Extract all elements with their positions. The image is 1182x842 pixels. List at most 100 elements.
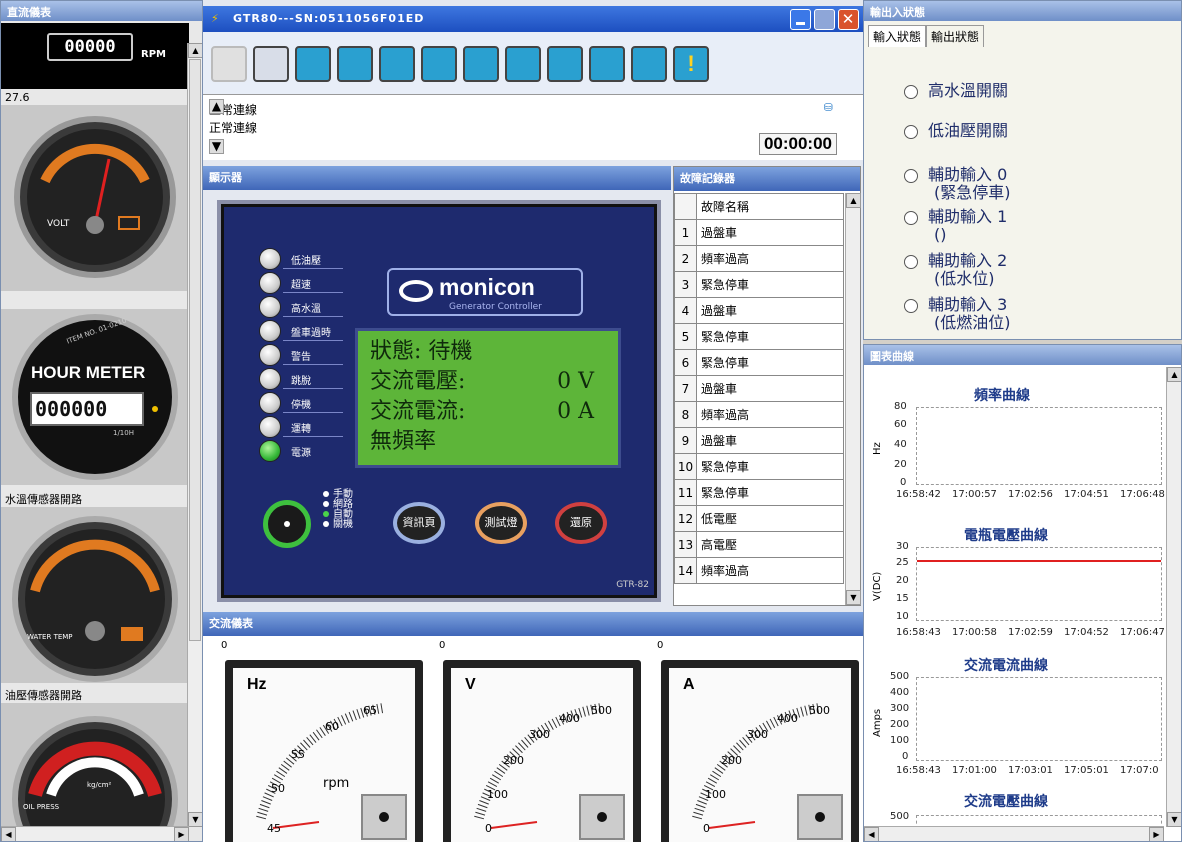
chart-ylabel: Amps <box>872 708 883 737</box>
edit-icon[interactable] <box>547 46 583 82</box>
meter-face: A 0 100 200 300 400 500 <box>669 668 851 842</box>
info-page-button[interactable]: 資訊頁 <box>393 502 445 544</box>
lcd-state: 狀態: 待機 <box>370 339 473 364</box>
ac-current-plot <box>916 677 1162 761</box>
status-scroll-up-icon[interactable]: ▲ <box>209 99 224 114</box>
table-row[interactable]: 5 緊急停車 <box>674 323 844 350</box>
row-number: 14 <box>674 557 697 584</box>
settings-icon[interactable] <box>295 46 331 82</box>
voltage-meter: V 0 100 200 300 400 500 <box>443 660 641 842</box>
gauge-icon[interactable] <box>379 46 415 82</box>
mode-off: 關機 <box>333 519 353 530</box>
scroll-down-arrow-icon[interactable]: ▼ <box>1167 812 1181 827</box>
table-row[interactable]: 1 過盤車 <box>674 219 844 246</box>
close-button[interactable]: ✕ <box>838 9 859 30</box>
dc-meters-title: 直流儀表 <box>1 1 202 21</box>
radio-low-oil[interactable] <box>904 125 918 139</box>
radio-aux-0[interactable] <box>904 169 918 183</box>
minimize-button[interactable] <box>790 9 811 30</box>
meter-unit: Hz <box>247 676 267 693</box>
row-num-header <box>674 193 697 220</box>
scroll-left-arrow-icon[interactable]: ◀ <box>864 827 879 841</box>
table-row[interactable]: 10 緊急停車 <box>674 453 844 480</box>
scroll-right-arrow-icon[interactable]: ▶ <box>1149 827 1164 841</box>
table-row[interactable]: 12 低電壓 <box>674 505 844 532</box>
hand-icon[interactable] <box>421 46 457 82</box>
xtick: 16:58:43 <box>896 765 941 776</box>
ytick: 0 <box>900 477 907 488</box>
left-vertical-scrollbar[interactable]: ▲ ▼ <box>187 43 202 827</box>
oil-press-caption: 油壓傳感器開路 <box>5 689 82 702</box>
led-label: 警告 <box>291 352 311 363</box>
mode-list: 手動 網路 自動 關機 <box>323 490 353 530</box>
warning-icon[interactable]: ! <box>673 46 709 82</box>
write-icon[interactable] <box>631 46 667 82</box>
xtick: 16:58:43 <box>896 627 941 638</box>
table-row[interactable]: 9 過盤車 <box>674 427 844 454</box>
ytick: 0 <box>902 751 909 762</box>
scroll-right-arrow-icon[interactable]: ▶ <box>174 827 189 841</box>
xtick: 17:01:00 <box>952 765 997 776</box>
scroll-left-arrow-icon[interactable]: ◀ <box>1 827 16 841</box>
chart-title: 頻率曲線 <box>974 388 1030 404</box>
table-row[interactable]: 4 過盤車 <box>674 297 844 324</box>
led-label: 跳脫 <box>291 376 311 387</box>
charts-horizontal-scrollbar[interactable]: ◀ ▶ <box>864 826 1164 841</box>
upload-icon[interactable] <box>589 46 625 82</box>
mode-dot <box>323 501 329 507</box>
connect-icon[interactable] <box>253 46 289 82</box>
fault-scrollbar[interactable]: ▲ ▼ <box>845 193 861 605</box>
table-row[interactable]: 11 緊急停車 <box>674 479 844 506</box>
row-number: 1 <box>674 219 697 246</box>
config-icon[interactable] <box>337 46 373 82</box>
table-row[interactable]: 6 緊急停車 <box>674 349 844 376</box>
meter-pivot <box>815 812 825 822</box>
scroll-up-arrow-icon[interactable]: ▲ <box>846 193 861 208</box>
io-tabs: 輸入狀態 輸出狀態 <box>868 25 985 47</box>
scroll-down-arrow-icon[interactable]: ▼ <box>188 812 202 827</box>
scroll-up-arrow-icon[interactable]: ▲ <box>188 43 202 58</box>
lcd-voltage-value: 0 V <box>557 369 594 394</box>
radio-aux-2[interactable] <box>904 255 918 269</box>
mode-selector-knob[interactable] <box>263 500 311 548</box>
reset-button[interactable]: 還原 <box>555 502 607 544</box>
table-row[interactable]: 13 高電壓 <box>674 531 844 558</box>
lcd-current-value: 0 A <box>557 399 594 424</box>
scroll-thumb[interactable] <box>189 59 201 641</box>
maximize-button[interactable] <box>814 9 835 30</box>
scroll-up-arrow-icon[interactable]: ▲ <box>1167 367 1181 382</box>
radio-aux-1[interactable] <box>904 211 918 225</box>
radio-aux-3[interactable] <box>904 299 918 313</box>
tab-inputs[interactable]: 輸入狀態 <box>868 25 927 47</box>
fault-log-table: 故障名稱 1 過盤車 2 頻率過高 3 緊急停車 4 過盤車 5 緊急停車 6 緊急停車 7… <box>674 193 844 584</box>
tab-outputs[interactable]: 輸出狀態 <box>926 25 985 47</box>
radio-high-temp[interactable] <box>904 85 918 99</box>
window-title-bar: ⚡ GTR80---SN:0511056F01ED ✕ <box>203 6 863 32</box>
fan-icon[interactable] <box>463 46 499 82</box>
window-title: GTR80---SN:0511056F01ED <box>233 12 425 25</box>
row-number: 12 <box>674 505 697 532</box>
table-row[interactable]: 8 頻率過高 <box>674 401 844 428</box>
frequency-plot <box>916 407 1162 485</box>
toolbar: ! <box>203 32 863 94</box>
table-row[interactable]: 3 緊急停車 <box>674 271 844 298</box>
status-scroll-down-icon[interactable]: ▼ <box>209 139 224 154</box>
charts-scrollbar[interactable]: ▲ ▼ <box>1166 367 1181 827</box>
fault-name: 緊急停車 <box>696 453 844 480</box>
xtick: 17:04:52 <box>1064 627 1109 638</box>
disconnect-icon[interactable] <box>211 46 247 82</box>
table-row[interactable]: 7 過盤車 <box>674 375 844 402</box>
left-horizontal-scrollbar[interactable]: ◀ ▶ <box>1 826 189 841</box>
alarm-light-icon[interactable] <box>505 46 541 82</box>
xtick: 17:06:48 <box>1120 489 1165 500</box>
io-status-panel: 輸出入狀態 輸入狀態 輸出狀態 高水溫開關 低油壓開關 輔助輸入 0 (緊急停車) … <box>863 0 1182 340</box>
lamp-test-button[interactable]: 測試燈 <box>475 502 527 544</box>
fault-name: 緊急停車 <box>696 323 844 350</box>
scroll-down-arrow-icon[interactable]: ▼ <box>846 590 861 605</box>
input-sublabel: (低燃油位) <box>934 313 1011 332</box>
water-temp-box: WATER TEMP <box>1 507 189 683</box>
table-row[interactable]: 14 頻率過高 <box>674 557 844 584</box>
meter-zero: 0 <box>657 640 664 651</box>
table-row[interactable]: 2 頻率過高 <box>674 245 844 272</box>
ytick: 200 <box>890 719 910 730</box>
